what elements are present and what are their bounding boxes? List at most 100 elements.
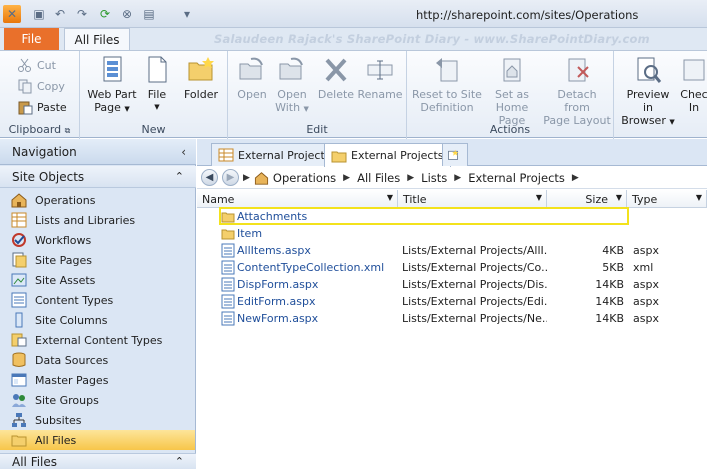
web-part-page-icon — [103, 56, 122, 82]
all-files-section-header[interactable]: All Files ⌃ — [0, 453, 196, 469]
navigation-pane: Navigation ‹ Site Objects ⌃ Operations L… — [0, 139, 196, 469]
copy-button[interactable]: Copy — [17, 78, 65, 94]
folder-icon — [331, 151, 347, 162]
chevron-up-icon[interactable]: ⌃ — [175, 455, 184, 468]
watermark: Salaudeen Rajack's SharePoint Diary - ww… — [214, 32, 650, 46]
breadcrumb-all-files[interactable]: All Files — [357, 171, 400, 185]
new-group: Web Part Page ▼ File ▼ Folder New — [80, 51, 228, 139]
column-header-title[interactable]: Title ▼ — [398, 190, 547, 208]
nav-item-site-columns[interactable]: Site Columns — [0, 310, 195, 330]
column-header-type[interactable]: Type ▼ — [627, 190, 707, 208]
new-tab-button[interactable] — [442, 143, 468, 166]
reset-to-site-definition-button[interactable]: Reset to Site Definition — [411, 55, 483, 114]
open-with-button[interactable]: Open With ▼ — [274, 55, 310, 116]
table-row[interactable]: ContentTypeCollection.xml Lists/External… — [197, 259, 707, 276]
preview-icon[interactable]: ▤ — [140, 5, 158, 23]
save-icon[interactable]: ▣ — [30, 5, 48, 23]
people-icon — [12, 394, 26, 407]
forward-arrow-icon[interactable]: ▶ — [222, 169, 239, 186]
detach-icon — [568, 58, 589, 82]
nav-item-data-sources[interactable]: Data Sources — [0, 350, 195, 370]
table-row[interactable]: EditForm.aspx Lists/External Projects/Ed… — [197, 293, 707, 310]
table-row[interactable]: Item — [197, 225, 707, 242]
nav-item-lists-and-libraries[interactable]: Lists and Libraries — [0, 210, 195, 230]
rename-button[interactable]: Rename — [357, 55, 403, 101]
ribbon-tabs: File All Files Salaudeen Rajack's ShareP… — [0, 28, 707, 50]
database-icon — [12, 352, 26, 367]
breadcrumb-lists[interactable]: Lists — [421, 171, 447, 185]
site-objects-header[interactable]: Site Objects ⌃ — [0, 166, 196, 188]
undo-icon[interactable]: ↶ — [51, 5, 69, 23]
reset-icon — [436, 58, 458, 82]
nav-item-content-types[interactable]: Content Types — [0, 290, 195, 310]
refresh-icon[interactable]: ⟳ — [96, 5, 114, 23]
column-header-name[interactable]: Name ▼ — [197, 190, 398, 208]
file-tab[interactable]: File — [4, 28, 59, 50]
column-header-size[interactable]: Size ▼ — [547, 190, 627, 208]
preview-browser-icon — [637, 57, 662, 83]
edit-group: Open Open With ▼ Delete Rename Edit — [228, 51, 407, 139]
site-pages-icon — [12, 252, 27, 268]
check-in-button[interactable]: Chec In — [680, 55, 707, 114]
all-files-tab[interactable]: All Files — [64, 28, 130, 50]
paste-button[interactable]: Paste — [17, 99, 67, 115]
site-assets-icon — [11, 273, 27, 287]
set-as-home-page-button[interactable]: Set as Home Page — [481, 55, 543, 127]
filter-dropdown-icon[interactable]: ▼ — [696, 193, 702, 202]
back-arrow-icon[interactable]: ◀ — [201, 169, 218, 186]
home-icon — [11, 193, 27, 208]
nav-item-operations[interactable]: Operations — [0, 190, 195, 210]
web-part-page-button[interactable]: Web Part Page ▼ — [86, 55, 138, 116]
nav-item-site-pages[interactable]: Site Pages — [0, 250, 195, 270]
app-logo-icon[interactable]: ✕ — [3, 5, 21, 23]
redo-icon[interactable]: ↷ — [73, 5, 91, 23]
new-folder-button[interactable]: Folder — [180, 55, 222, 101]
nav-item-site-assets[interactable]: Site Assets — [0, 270, 195, 290]
page-icon — [221, 277, 235, 292]
table-row[interactable]: NewForm.aspx Lists/External Projects/Ne.… — [197, 310, 707, 327]
breadcrumb-separator: ▶ — [343, 172, 351, 183]
document-tabs: External Projects External Projects — [197, 139, 707, 167]
breadcrumb-operations[interactable]: Operations — [273, 171, 336, 185]
nav-item-subsites[interactable]: Subsites — [0, 410, 195, 430]
new-tab-icon — [448, 149, 459, 160]
table-row[interactable]: DispForm.aspx Lists/External Projects/Di… — [197, 276, 707, 293]
edit-label: Edit — [306, 123, 328, 136]
open-folder-icon — [239, 57, 263, 80]
filter-dropdown-icon[interactable]: ▼ — [387, 193, 393, 202]
nav-item-all-files[interactable]: All Files — [0, 430, 195, 450]
breadcrumb-external-projects[interactable]: External Projects — [468, 171, 565, 185]
table-row[interactable]: AllItems.aspx Lists/External Projects/Al… — [197, 242, 707, 259]
copy-icon — [18, 79, 32, 94]
tab-external-projects-list[interactable]: External Projects — [211, 143, 338, 166]
preview-in-browser-button[interactable]: Preview in Browser ▼ — [620, 55, 676, 129]
collapse-pane-icon[interactable]: ‹ — [181, 145, 186, 159]
new-file-button[interactable]: File ▼ — [142, 55, 172, 114]
customize-toolbar-icon[interactable]: ▾ — [178, 5, 196, 23]
cut-button[interactable]: Cut — [17, 57, 56, 73]
content-types-icon — [11, 292, 27, 308]
open-button[interactable]: Open — [234, 55, 270, 101]
page-icon — [221, 243, 235, 258]
nav-item-workflows[interactable]: Workflows — [0, 230, 195, 250]
stop-icon[interactable]: ⊗ — [118, 5, 136, 23]
nav-item-site-groups[interactable]: Site Groups — [0, 390, 195, 410]
clipboard-label: Clipboard ⧉ — [8, 123, 71, 136]
chevron-up-icon[interactable]: ⌃ — [175, 170, 184, 183]
breadcrumb-separator: ▶ — [454, 172, 462, 183]
filter-dropdown-icon[interactable]: ▼ — [536, 193, 542, 202]
filter-dropdown-icon[interactable]: ▼ — [616, 193, 622, 202]
nav-item-external-content-types[interactable]: External Content Types — [0, 330, 195, 350]
delete-button[interactable]: Delete — [316, 55, 356, 101]
nav-item-master-pages[interactable]: Master Pages — [0, 370, 195, 390]
list-icon — [218, 148, 234, 162]
navigation-header: Navigation ‹ — [0, 139, 196, 165]
actions-group: Reset to Site Definition Set as Home Pag… — [407, 51, 614, 139]
breadcrumb: ◀ ▶ ▶ Operations ▶ All Files ▶ Lists ▶ E… — [197, 167, 707, 189]
open-with-icon — [279, 57, 303, 80]
file-icon — [148, 56, 167, 83]
content-area: External Projects External Projects ◀ ▶ … — [197, 139, 707, 468]
folder-icon — [11, 435, 27, 447]
tab-external-projects-folder[interactable]: External Projects — [324, 143, 451, 167]
detach-from-page-layout-button[interactable]: Detach from Page Layout — [543, 55, 611, 127]
